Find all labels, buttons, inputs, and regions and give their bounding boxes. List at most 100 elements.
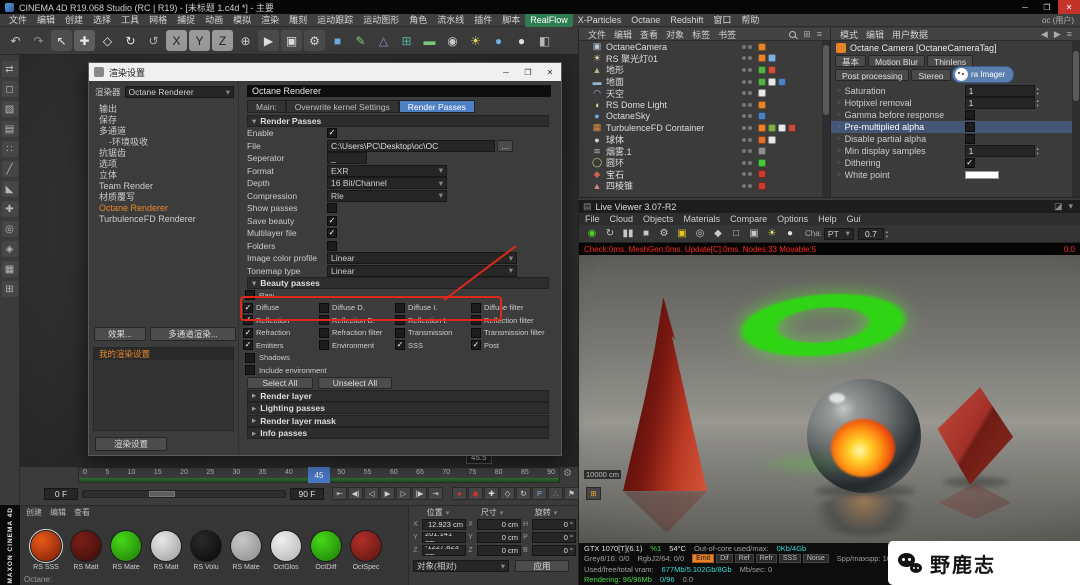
mode-icon[interactable]: ▦ [2, 261, 18, 277]
settings-tree-item[interactable]: Octane Renderer [89, 203, 238, 214]
material-item[interactable]: RS Mate [108, 530, 144, 571]
dialog-close-button[interactable]: ✕ [539, 65, 561, 79]
timeline-playhead[interactable]: 45 [308, 467, 330, 483]
object-tags[interactable] [756, 147, 826, 155]
renderer-select[interactable]: Octane Renderer [125, 86, 234, 98]
record-button[interactable]: P [532, 487, 547, 500]
channel-select[interactable]: PT [824, 228, 854, 240]
shadows-checkbox[interactable] [245, 353, 255, 363]
object-tags[interactable] [756, 101, 826, 109]
object-name[interactable]: 四棱锥 [606, 179, 633, 192]
render-pass-chip[interactable]: Dif [716, 554, 733, 563]
end-frame-input[interactable]: 90 F [290, 488, 324, 500]
transport-button[interactable]: |▶ [412, 487, 427, 500]
render-viewport[interactable] [579, 255, 1080, 543]
toolbar-icon[interactable]: ● [488, 30, 509, 51]
record-button[interactable]: ⚑ [564, 487, 579, 500]
menu-item[interactable]: 选择 [88, 14, 116, 27]
select-all-button[interactable]: Select All [247, 377, 313, 389]
toolbar-icon[interactable]: ↖ [51, 30, 72, 51]
material-item[interactable]: RS Volu [188, 530, 224, 571]
toolbar-icon[interactable]: ◉ [442, 30, 463, 51]
attribute-row[interactable]: ○ Dithering [831, 157, 1080, 169]
object-row[interactable]: ▲ 四棱锥 [579, 180, 830, 192]
effects-button[interactable]: 效果... [94, 327, 146, 341]
visibility-dots[interactable] [742, 56, 752, 60]
mode-icon[interactable]: ✚ [2, 201, 18, 217]
keyframe-dot-icon[interactable]: ○ [837, 124, 841, 130]
transport-button[interactable]: ⇤ [332, 487, 347, 500]
object-row[interactable]: ● 球体 [579, 134, 830, 146]
material-preview-sphere[interactable] [270, 530, 302, 562]
visibility-dots[interactable] [742, 45, 752, 49]
live-viewer-menu-item[interactable]: Help [818, 214, 837, 224]
menu-item[interactable]: 运动图形 [358, 14, 404, 27]
render-settings-menu-button[interactable]: 渲染设置 [95, 437, 167, 451]
object-row[interactable]: ◆ 宝石 [579, 169, 830, 181]
folders-checkbox[interactable] [327, 241, 337, 251]
toolbar-icon[interactable]: ▬ [419, 30, 440, 51]
object-name[interactable]: 天空 [606, 87, 624, 100]
live-viewer-menu-item[interactable]: File [585, 214, 600, 224]
settings-tree-item[interactable]: 多通道 [89, 126, 238, 137]
mode-icon[interactable]: ◎ [2, 221, 18, 237]
menu-item[interactable]: Redshift [665, 14, 708, 27]
collapsed-section[interactable]: Render layer mask [247, 415, 549, 427]
mode-icon[interactable]: ∷ [2, 141, 18, 157]
menu-item[interactable]: 工具 [116, 14, 144, 27]
keyframe-dot-icon[interactable]: ○ [837, 136, 841, 142]
pass-checkbox[interactable] [395, 340, 405, 350]
dialog-tab[interactable]: Render Passes [399, 100, 475, 113]
live-viewer-tool-icon[interactable]: ▣ [746, 226, 762, 242]
mode-icon[interactable]: ⇄ [2, 61, 18, 77]
render-pass-chip[interactable]: Ref [735, 554, 754, 563]
object-name[interactable]: RS Dome Light [606, 100, 667, 110]
toolbar-icon[interactable]: ✎ [350, 30, 371, 51]
object-tags[interactable] [756, 124, 826, 132]
file-path-input[interactable]: C:\Users\PC\Desktop\oc\OC [327, 140, 495, 152]
menu-item[interactable]: X-Particles [573, 14, 627, 27]
attribute-row[interactable]: ○ White point #ffffff [831, 169, 1080, 181]
menu-item[interactable]: 网格 [144, 14, 172, 27]
visibility-dots[interactable] [742, 138, 752, 142]
layout-icon[interactable]: ⊞ [800, 29, 814, 40]
pass-checkbox[interactable] [471, 328, 481, 338]
material-preview-sphere[interactable] [310, 530, 342, 562]
multipass-button[interactable]: 多通道渲染... [150, 327, 236, 341]
live-viewer-menu-item[interactable]: Options [777, 214, 808, 224]
attribute-menu-item[interactable]: 编辑 [862, 28, 888, 41]
list-icon[interactable]: ≡ [814, 29, 825, 39]
size-input[interactable]: 0 cm [477, 545, 521, 556]
toolbar-icon[interactable]: ↷ [28, 30, 49, 51]
attribute-row[interactable]: ○ Disable partial alpha [831, 133, 1080, 145]
object-row[interactable]: ☀ RS 聚光灯01 [579, 53, 830, 65]
object-row[interactable]: ● OctaneSky [579, 111, 830, 123]
visibility-dots[interactable] [742, 91, 752, 95]
attribute-checkbox[interactable] [965, 122, 975, 132]
toolbar-icon[interactable]: ↶ [5, 30, 26, 51]
material-preview-sphere[interactable] [30, 530, 62, 562]
visibility-dots[interactable] [742, 172, 752, 176]
record-button[interactable]: ◉ [468, 487, 483, 500]
material-item[interactable]: RS Matt [68, 530, 104, 571]
object-name[interactable]: OctaneCamera [606, 42, 667, 52]
apply-button[interactable]: 应用 [515, 560, 569, 572]
visibility-dots[interactable] [742, 161, 752, 165]
history-forward-icon[interactable]: ▶ [1051, 29, 1064, 40]
mode-icon[interactable]: ▤ [2, 121, 18, 137]
live-viewer-menu-item[interactable]: Gui [847, 214, 861, 224]
attribute-checkbox[interactable] [965, 110, 975, 120]
object-manager-menu-item[interactable]: 文件 [584, 28, 610, 41]
record-button[interactable]: ∴ [548, 487, 563, 500]
keyframe-dot-icon[interactable]: ○ [837, 148, 841, 154]
attribute-menu-item[interactable]: 用户数据 [888, 28, 932, 41]
unselect-all-button[interactable]: Unselect All [318, 377, 392, 389]
material-preview-sphere[interactable] [190, 530, 222, 562]
material-menu-item[interactable]: 编辑 [50, 507, 66, 518]
visibility-dots[interactable] [742, 126, 752, 130]
live-viewer-tool-icon[interactable]: ▮▮ [620, 226, 636, 242]
close-button[interactable]: ✕ [1058, 0, 1080, 14]
menu-item[interactable]: 编辑 [32, 14, 60, 27]
attribute-row[interactable]: ○ Hotpixel removal 1 [831, 97, 1080, 109]
dialog-tab[interactable]: Overwrite kernel Settings [286, 100, 399, 113]
